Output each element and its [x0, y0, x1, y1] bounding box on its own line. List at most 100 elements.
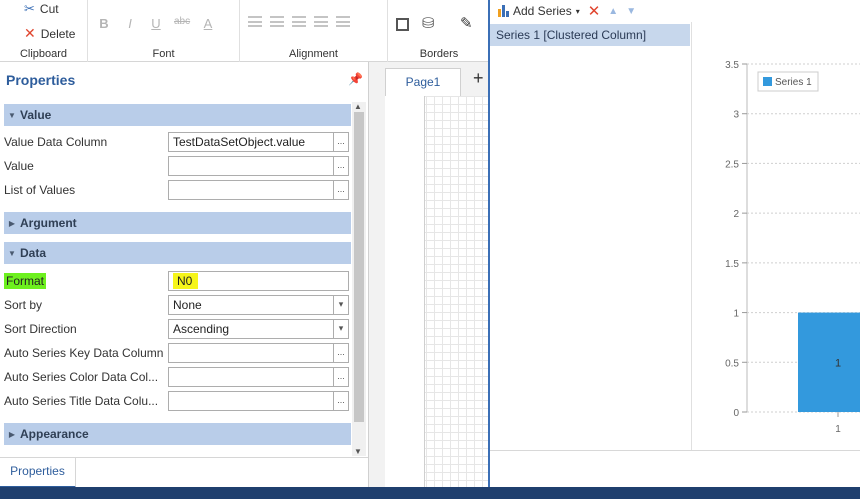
font-buttons: B I U abc A	[96, 16, 216, 31]
sort-direction-value: Ascending	[173, 322, 230, 336]
section-data-label: Data	[20, 246, 47, 260]
align-justify-icon[interactable]	[314, 16, 328, 27]
border-box-icon[interactable]	[396, 18, 409, 31]
sort-direction-select[interactable]: Ascending ▾	[168, 319, 349, 339]
dialog-footer	[490, 450, 860, 487]
borders-group: ⛁ ✎ Borders	[388, 0, 490, 62]
add-series-button[interactable]: Add Series ▾	[498, 4, 580, 18]
section-value-label: Value	[20, 108, 52, 122]
series-toolbar: Add Series ▾ ✕ ▲ ▼	[490, 0, 860, 22]
ellipsis-button[interactable]: ...	[333, 156, 349, 176]
label-auto-series-title: Auto Series Title Data Colu...	[4, 394, 159, 408]
alignment-buttons	[248, 16, 350, 27]
line-spacing-icon[interactable]	[336, 16, 350, 27]
pin-icon[interactable]: 📌	[348, 72, 363, 86]
add-page-button[interactable]: +	[473, 68, 484, 89]
scrollbar-thumb[interactable]	[354, 112, 364, 422]
row-sort-by: Sort by None ▾	[4, 293, 351, 317]
chevron-down-icon[interactable]: ▾	[333, 295, 349, 315]
bar-series-1	[798, 312, 860, 412]
x-tick-label: 1	[835, 424, 841, 435]
auto-series-title-field[interactable]: ...	[168, 391, 349, 411]
scroll-down-icon[interactable]: ▼	[354, 447, 362, 456]
properties-panel: Properties 📌 ▼ Value Value Data Column T…	[0, 62, 368, 457]
format-field[interactable]: N0	[168, 271, 349, 291]
remove-series-icon[interactable]: ✕	[588, 2, 601, 20]
panel-tabs: Properties	[0, 457, 368, 488]
page-design-area: Page1 +	[368, 62, 489, 487]
section-argument[interactable]: ▶ Argument	[4, 212, 351, 234]
y-tick-label: 1	[733, 309, 739, 320]
legend-label: Series 1	[775, 77, 812, 88]
section-data[interactable]: ▼ Data	[4, 242, 351, 264]
page-margin	[385, 96, 425, 487]
cut-button[interactable]: ✂ Cut	[24, 1, 59, 17]
label-sort-direction: Sort Direction	[4, 322, 77, 336]
font-color-button[interactable]: A	[200, 16, 216, 31]
row-auto-series-title: Auto Series Title Data Colu... ...	[4, 389, 351, 413]
add-series-label: Add Series	[513, 4, 572, 18]
clipboard-group: ✂ Cut ✕ Delete Clipboard	[0, 0, 88, 62]
move-down-icon[interactable]: ▼	[626, 6, 636, 17]
properties-scrollbar[interactable]: ▲ ▼	[352, 102, 366, 456]
scroll-up-icon[interactable]: ▲	[354, 102, 362, 111]
value-data-column-text: TestDataSetObject.value	[173, 135, 306, 149]
series-list: Series 1 [Clustered Column]	[490, 22, 692, 450]
value-field[interactable]: ...	[168, 156, 349, 176]
y-tick-label: 1.5	[725, 259, 739, 270]
row-value: Value ...	[4, 154, 351, 178]
sort-by-select[interactable]: None ▾	[168, 295, 349, 315]
collapse-triangle-icon: ▼	[8, 248, 16, 258]
italic-button[interactable]: I	[122, 16, 138, 31]
tab-page1[interactable]: Page1	[385, 68, 461, 96]
ellipsis-button[interactable]: ...	[333, 343, 349, 363]
value-data-column-field[interactable]: TestDataSetObject.value ...	[168, 132, 349, 152]
label-sort-by: Sort by	[4, 298, 43, 312]
delete-button[interactable]: ✕ Delete	[24, 25, 75, 42]
row-format: Format N0	[4, 269, 351, 293]
borders-group-label: Borders	[419, 48, 459, 60]
ellipsis-button[interactable]: ...	[333, 132, 349, 152]
align-center-icon[interactable]	[270, 16, 284, 27]
series-item-1[interactable]: Series 1 [Clustered Column]	[490, 24, 690, 46]
move-up-icon[interactable]: ▲	[608, 6, 618, 17]
data-label: 1	[835, 357, 841, 369]
ellipsis-button[interactable]: ...	[333, 180, 349, 200]
strikethrough-button[interactable]: abc	[174, 16, 190, 31]
pen-icon[interactable]: ✎	[460, 14, 473, 32]
section-appearance[interactable]: ▶ Appearance	[4, 423, 351, 445]
tab-properties[interactable]: Properties	[0, 458, 76, 488]
align-left-icon[interactable]	[248, 16, 262, 27]
sort-by-value: None	[173, 298, 202, 312]
section-value[interactable]: ▼ Value	[4, 104, 351, 126]
expand-triangle-icon: ▶	[8, 218, 16, 228]
properties-title: Properties	[6, 72, 76, 88]
row-auto-series-key: Auto Series Key Data Column ...	[4, 341, 351, 365]
alignment-group: Alignment	[240, 0, 388, 62]
ellipsis-button[interactable]: ...	[333, 367, 349, 387]
ellipsis-button[interactable]: ...	[333, 391, 349, 411]
row-sort-direction: Sort Direction Ascending ▾	[4, 317, 351, 341]
clipboard-group-label: Clipboard	[19, 48, 68, 60]
legend-swatch	[763, 77, 772, 86]
series-editor-dialog: Add Series ▾ ✕ ▲ ▼ Series 1 [Clustered C…	[488, 0, 860, 487]
y-tick-label: 3.5	[725, 60, 739, 71]
label-format: Format	[4, 273, 47, 289]
label-format-text: Format	[4, 273, 47, 289]
y-tick-label: 2.5	[725, 159, 739, 170]
fill-bucket-icon[interactable]: ⛁	[422, 14, 435, 32]
y-tick-label: 0	[733, 408, 739, 419]
label-auto-series-key: Auto Series Key Data Column	[4, 346, 164, 360]
chevron-down-icon[interactable]: ▾	[333, 319, 349, 339]
section-appearance-label: Appearance	[20, 427, 89, 441]
chevron-down-icon: ▾	[575, 6, 580, 16]
underline-button[interactable]: U	[148, 16, 164, 31]
bold-button[interactable]: B	[96, 16, 112, 31]
auto-series-key-field[interactable]: ...	[168, 343, 349, 363]
delete-label: Delete	[40, 26, 76, 41]
format-value: N0	[173, 273, 199, 289]
list-of-values-field[interactable]: ...	[168, 180, 349, 200]
expand-triangle-icon: ▶	[8, 429, 16, 439]
align-right-icon[interactable]	[292, 16, 306, 27]
auto-series-color-field[interactable]: ...	[168, 367, 349, 387]
